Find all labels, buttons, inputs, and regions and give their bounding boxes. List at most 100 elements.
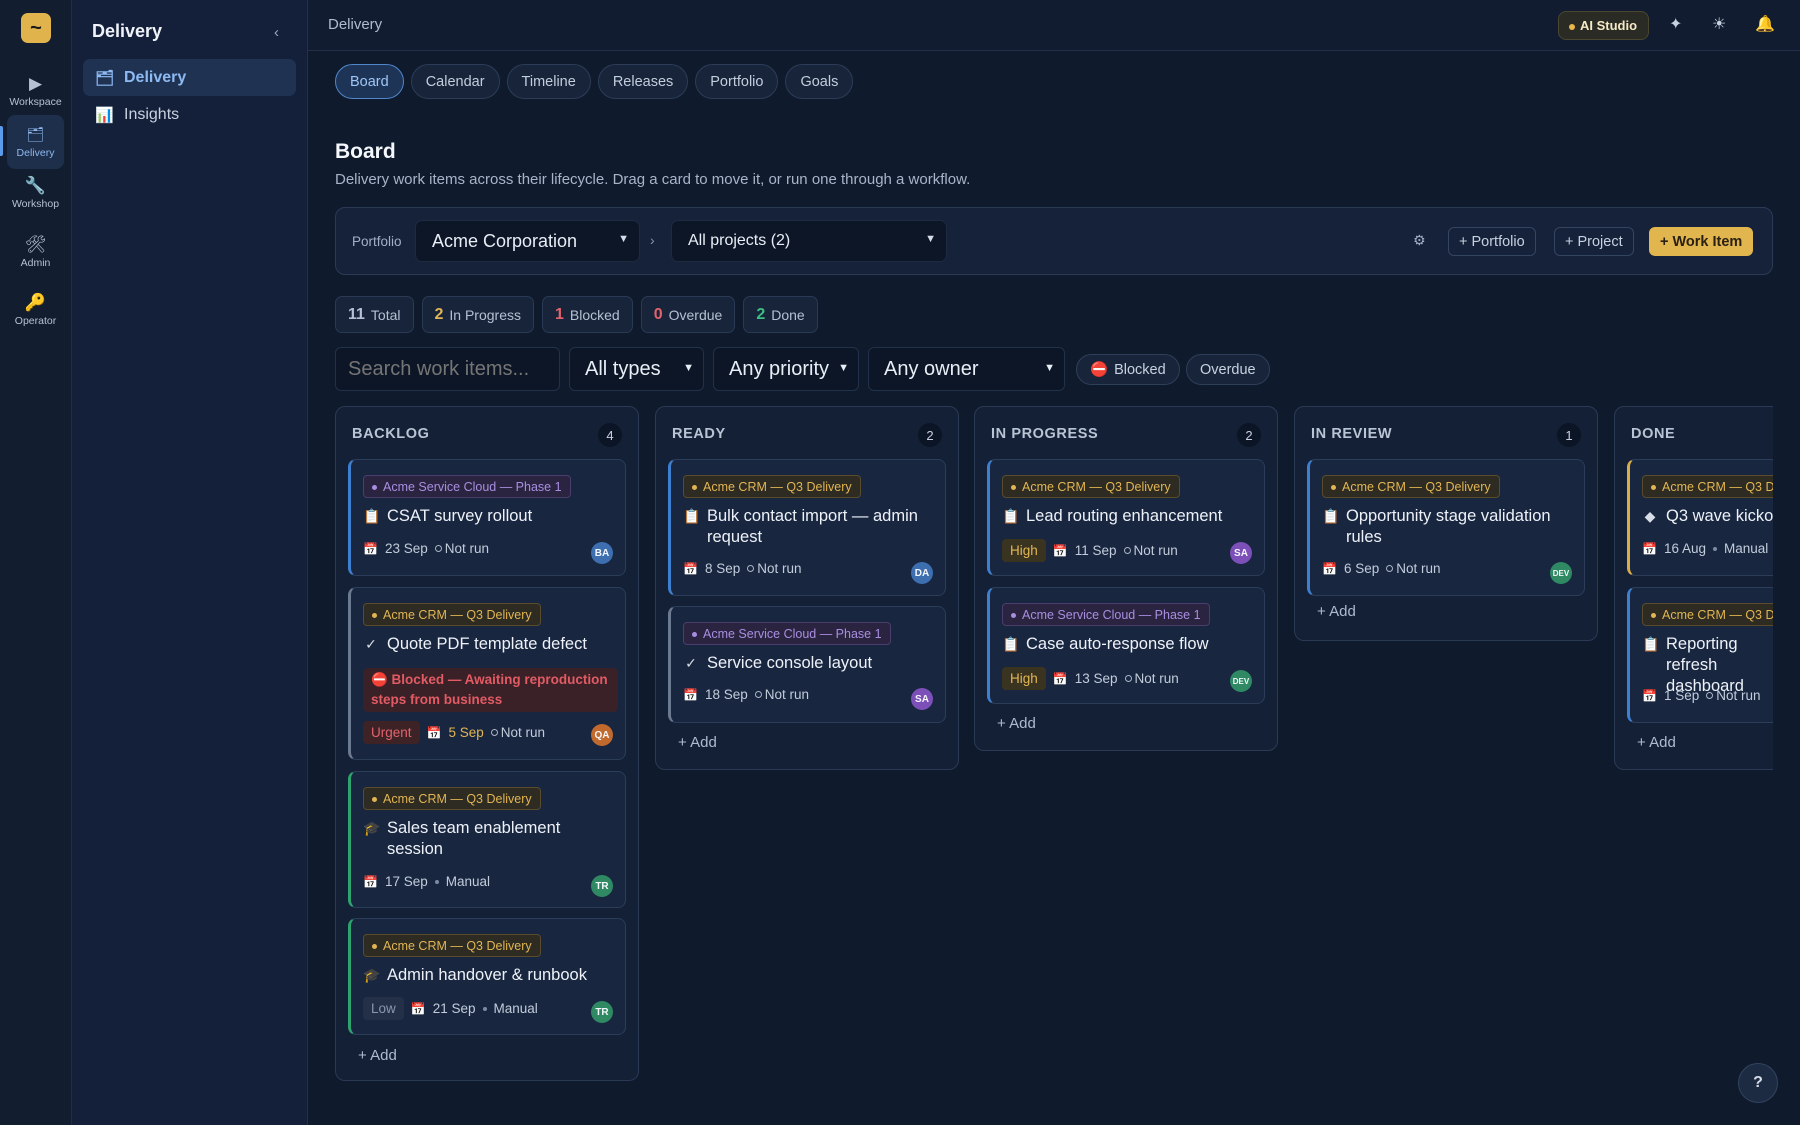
- portfolio-select[interactable]: Acme Corporation ▼: [415, 220, 640, 262]
- card-meta: 📅 17 Sep Manual: [363, 874, 490, 889]
- play-icon: ▶: [28, 73, 43, 93]
- clipboard-icon: 📋: [1002, 508, 1020, 524]
- tab-calendar[interactable]: Calendar: [410, 64, 500, 99]
- project-select[interactable]: All projects (2) ▼: [671, 220, 947, 262]
- clipboard-icon: 📋: [1002, 636, 1020, 652]
- avatar: SA: [911, 688, 933, 710]
- stat-number: 11: [348, 305, 365, 323]
- collapse-sidebar-icon[interactable]: ‹: [274, 24, 279, 41]
- work-item-card[interactable]: Acme Service Cloud — Phase 1 ✓ Service c…: [668, 606, 946, 723]
- add-card-button[interactable]: + Add: [678, 734, 717, 751]
- due-date: 13 Sep: [1074, 671, 1118, 686]
- column-in-progress: IN PROGRESS 2 Acme CRM — Q3 Delivery 📋 L…: [974, 406, 1278, 751]
- rail-item-delivery[interactable]: 🗂 Delivery: [7, 115, 64, 169]
- sidebar-item-label: Delivery: [124, 68, 187, 86]
- no-entry-icon: ⛔: [1090, 362, 1109, 378]
- work-item-card[interactable]: Acme CRM — Q3 Delivery 📋 Reporting refre…: [1627, 587, 1773, 723]
- status-circle-icon: [434, 545, 442, 552]
- project-tag: Acme CRM — Q3 Delivery: [363, 787, 541, 810]
- project-tag: Acme CRM — Q3 Delivery: [1322, 475, 1500, 498]
- wrench-icon: 🔧: [24, 175, 47, 195]
- rail-item-workshop[interactable]: 🔧 Workshop: [7, 166, 64, 220]
- calendar-icon: 📅: [1322, 561, 1337, 576]
- add-card-button[interactable]: + Add: [1637, 734, 1676, 751]
- status-circle-icon: [754, 691, 762, 698]
- run-status: Not run: [757, 561, 802, 576]
- sun-icon[interactable]: ☀: [1712, 14, 1726, 34]
- card-title-text: Case auto-response flow: [1026, 635, 1209, 653]
- run-status: Manual: [493, 1001, 538, 1016]
- work-item-card[interactable]: Acme CRM — Q3 Delivery 📋 Bulk contact im…: [668, 459, 946, 596]
- rail-item-operator[interactable]: 🔑 Operator: [7, 283, 64, 337]
- column-title: READY: [672, 426, 726, 442]
- type-filter-select[interactable]: All types ▼: [569, 347, 704, 391]
- calendar-icon: 📅: [363, 541, 378, 556]
- stat-label: Done: [771, 306, 805, 323]
- add-portfolio-button[interactable]: + Portfolio: [1448, 227, 1536, 256]
- add-work-item-button[interactable]: + Work Item: [1649, 227, 1754, 256]
- tab-portfolio[interactable]: Portfolio: [695, 64, 779, 99]
- search-input[interactable]: [335, 347, 560, 391]
- gear-icon[interactable]: ⚙: [1413, 232, 1426, 249]
- card-title: ✓ Quote PDF template defect: [363, 634, 619, 655]
- tab-goals[interactable]: Goals: [785, 64, 854, 99]
- add-card-button[interactable]: + Add: [997, 715, 1036, 732]
- stat-number: 2: [756, 305, 766, 323]
- priority-badge: Urgent: [363, 721, 420, 744]
- sidebar-item-insights[interactable]: 📊 Insights: [83, 96, 296, 133]
- run-status: Not run: [500, 725, 546, 740]
- stat-number: 1: [555, 305, 564, 323]
- project-tag: Acme Service Cloud — Phase 1: [683, 622, 891, 645]
- project-tag: Acme CRM — Q3 Delivery: [1642, 603, 1773, 626]
- rail-item-workspace[interactable]: ▶ Workspace: [7, 64, 64, 118]
- work-item-card[interactable]: Acme CRM — Q3 Delivery 🎓 Admin handover …: [348, 918, 626, 1035]
- page-title: Board: [335, 140, 396, 163]
- folder-icon: 🗂: [95, 69, 115, 87]
- overdue-filter-toggle[interactable]: Overdue: [1186, 354, 1270, 385]
- priority-filter-select[interactable]: Any priority ▼: [713, 347, 859, 391]
- owner-filter-select[interactable]: Any owner ▼: [868, 347, 1065, 391]
- help-button[interactable]: ?: [1738, 1063, 1778, 1103]
- rail-item-admin[interactable]: 🛠 Admin: [7, 225, 64, 279]
- calendar-icon: 📅: [1642, 541, 1657, 556]
- column-title: IN PROGRESS: [991, 426, 1099, 442]
- blocked-filter-toggle[interactable]: ⛔ Blocked: [1076, 354, 1180, 385]
- card-meta: Low 📅 21 Sep Manual: [363, 997, 538, 1020]
- column-count: 1: [1557, 423, 1581, 447]
- bell-icon[interactable]: 🔔: [1755, 14, 1775, 34]
- add-card-button[interactable]: + Add: [1317, 603, 1356, 620]
- ai-studio-button[interactable]: AI Studio: [1558, 11, 1650, 40]
- stats-row: 11 Total 2 In Progress 1 Blocked 0 Overd…: [335, 296, 818, 333]
- avatar: QA: [591, 724, 613, 746]
- work-item-card[interactable]: Acme CRM — Q3 Delivery ◆ Q3 wave kickoff…: [1627, 459, 1773, 576]
- column-ready: READY 2 Acme CRM — Q3 Delivery 📋 Bulk co…: [655, 406, 959, 770]
- work-item-card[interactable]: Acme Service Cloud — Phase 1 📋 Case auto…: [987, 587, 1265, 704]
- portfolio-label: Portfolio: [352, 234, 402, 249]
- due-date: 17 Sep: [384, 874, 428, 889]
- tab-releases[interactable]: Releases: [597, 64, 689, 99]
- project-tag: Acme CRM — Q3 Delivery: [1002, 475, 1180, 498]
- stat-done: 2 Done: [743, 296, 818, 333]
- card-meta: 📅 6 Sep Not run: [1322, 561, 1441, 576]
- column-count: 4: [598, 423, 622, 447]
- status-circle-icon: [490, 729, 498, 736]
- sparkle-icon[interactable]: ✦: [1669, 14, 1682, 34]
- sidebar-item-delivery[interactable]: 🗂 Delivery: [83, 59, 296, 96]
- work-item-card[interactable]: Acme Service Cloud — Phase 1 📋 CSAT surv…: [348, 459, 626, 576]
- status-circle-icon: [1386, 565, 1394, 572]
- tab-timeline[interactable]: Timeline: [506, 64, 591, 99]
- work-item-card[interactable]: Acme CRM — Q3 Delivery ✓ Quote PDF templ…: [348, 587, 626, 760]
- add-project-button[interactable]: + Project: [1554, 227, 1634, 256]
- card-meta: 📅 18 Sep Not run: [683, 687, 809, 702]
- work-item-card[interactable]: Acme CRM — Q3 Delivery 🎓 Sales team enab…: [348, 771, 626, 908]
- app-logo-icon[interactable]: ~: [21, 13, 51, 43]
- tab-board[interactable]: Board: [335, 64, 404, 99]
- column-count: 2: [1237, 423, 1261, 447]
- work-item-card[interactable]: Acme CRM — Q3 Delivery 📋 Opportunity sta…: [1307, 459, 1585, 596]
- add-card-button[interactable]: + Add: [358, 1047, 397, 1064]
- sidebar-title: Delivery: [92, 21, 163, 41]
- run-status: Not run: [1134, 671, 1179, 686]
- work-item-card[interactable]: Acme CRM — Q3 Delivery 📋 Lead routing en…: [987, 459, 1265, 576]
- run-status: Not run: [1396, 561, 1441, 576]
- calendar-icon: 📅: [363, 874, 378, 889]
